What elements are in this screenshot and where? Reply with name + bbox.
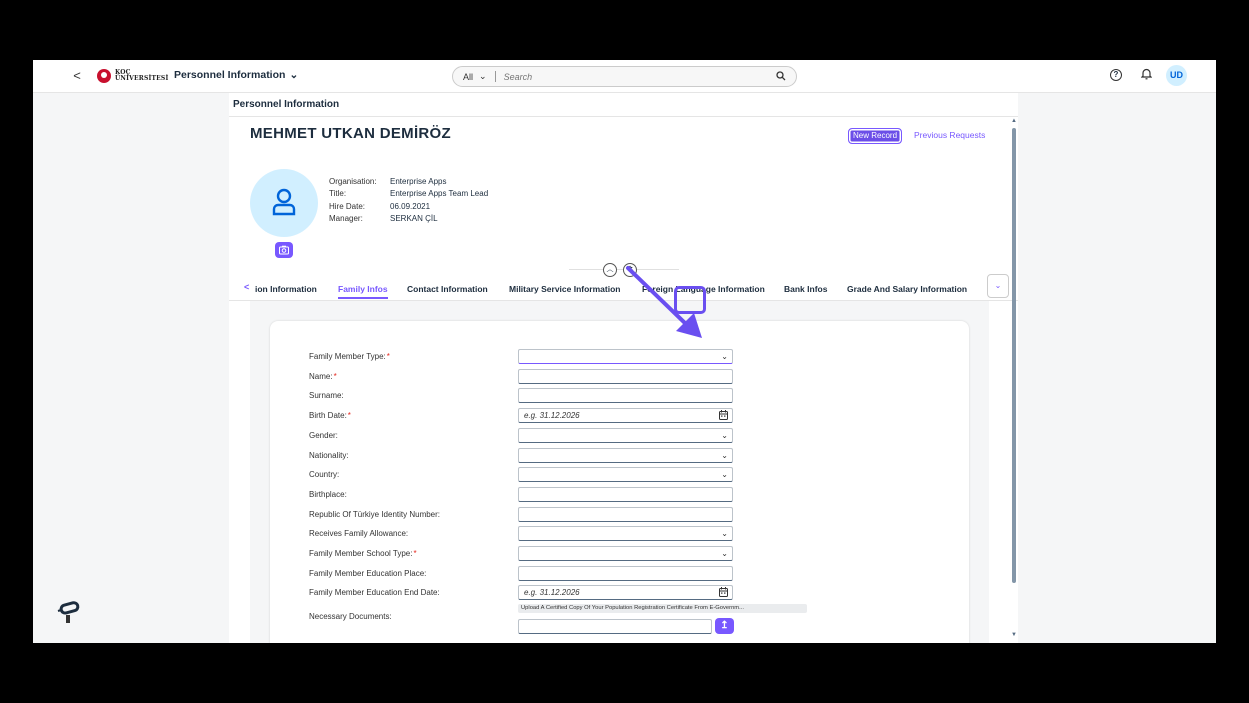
scroll-down-icon[interactable]: ▼: [1010, 632, 1018, 638]
country-select[interactable]: ⌄: [518, 467, 733, 483]
field-label: Birth Date:*: [309, 411, 351, 421]
field-label: Family Member Type:*: [309, 352, 390, 361]
field-label: Necessary Documents:: [309, 612, 392, 622]
upload-instruction: Upload A Certified Copy Of Your Populati…: [518, 604, 807, 614]
name-input[interactable]: [518, 368, 733, 384]
family-member-school-type-select[interactable]: ⌄: [518, 546, 733, 561]
receives-family-allowance-select[interactable]: ⌄: [518, 526, 733, 542]
tab-education-information[interactable]: ion Information: [255, 284, 317, 294]
chevron-down-icon: ⌄: [289, 69, 299, 81]
tab-contact-information[interactable]: Contact Information: [407, 284, 488, 294]
gender-select[interactable]: ⌄: [518, 427, 733, 443]
tab-military-service-information[interactable]: Military Service Information: [509, 284, 620, 294]
employee-info: Organisation: Enterprise Apps Title: Enter…: [329, 177, 489, 223]
surname-input[interactable]: [518, 388, 733, 404]
documents-file-input[interactable]: [518, 619, 712, 635]
family-member-type-select[interactable]: ⌄: [518, 349, 733, 364]
chevron-down-icon: ⌄: [479, 71, 487, 81]
chevron-down-icon[interactable]: ⌄: [721, 468, 728, 481]
scroll-thumb[interactable]: [1012, 128, 1016, 583]
birth-date-date-picker[interactable]: e.g. 31.12.2026: [518, 408, 733, 424]
bell-icon[interactable]: [1141, 68, 1152, 80]
upload-button[interactable]: ↥: [715, 618, 734, 635]
required-marker: *: [333, 371, 337, 381]
birthplace-input[interactable]: [518, 486, 733, 502]
chevron-down-icon[interactable]: ⌄: [721, 429, 728, 442]
search-scope-select[interactable]: All ⌄: [453, 71, 496, 82]
chevron-down-icon[interactable]: ⌄: [721, 350, 728, 363]
required-marker: *: [347, 411, 351, 421]
chevron-down-icon[interactable]: ⌄: [721, 547, 728, 560]
field-label: Birthplace:: [309, 489, 347, 499]
page-title: Personnel Information: [233, 99, 340, 110]
tab-content: Family Member Type:* ⌄ Name:* Surname: Birth…: [250, 301, 989, 643]
field-label: Country:: [309, 470, 340, 480]
pin-header-button[interactable]: ✱: [623, 263, 637, 277]
camera-icon: [279, 245, 289, 255]
tab-bank-infos[interactable]: Bank Infos: [784, 284, 827, 294]
new-record-button[interactable]: New Record: [848, 128, 903, 144]
search-icon[interactable]: [776, 71, 786, 81]
tab-grade-and-salary-information[interactable]: Grade And Salary Information: [847, 284, 967, 294]
shell-bar: < KOÇ ÜNİVERSİTESİ Personnel Information…: [33, 60, 1216, 93]
page-scrollbar[interactable]: ▲ ▼: [1010, 118, 1018, 643]
employee-avatar: [250, 169, 318, 237]
required-marker: *: [413, 549, 417, 558]
republic-of-türkiye-identity-number-input[interactable]: [518, 506, 733, 522]
pin-icon: ✱: [627, 266, 633, 273]
search-input[interactable]: [501, 70, 762, 83]
family-member-education-place-input[interactable]: [518, 565, 733, 581]
family-form-card: Family Member Type:* ⌄ Name:* Surname: Birth…: [270, 321, 969, 643]
help-icon[interactable]: ?: [1110, 69, 1122, 81]
chevron-up-icon: ︿: [606, 266, 614, 273]
person-icon: [272, 188, 296, 216]
scroll-up-icon[interactable]: ▲: [1010, 118, 1018, 124]
field-label: Republic Of Türkiye Identity Number:: [309, 509, 441, 519]
chevron-down-icon[interactable]: ⌄: [721, 527, 728, 540]
active-tab-indicator: [338, 297, 388, 299]
object-page: Personnel Information MEHMET UTKAN DEMİR…: [229, 93, 1018, 643]
university-logo: KOÇ ÜNİVERSİTESİ: [97, 69, 168, 83]
chevron-down-icon[interactable]: ⌄: [721, 449, 728, 462]
tab-bar: < ion Information Family Infos Contact I…: [229, 274, 1018, 301]
app-window: < KOÇ ÜNİVERSİTESİ Personnel Information…: [33, 60, 1216, 643]
field-label: Surname:: [309, 391, 344, 401]
field-label: Family Member School Type:*: [309, 549, 417, 558]
nationality-select[interactable]: ⌄: [518, 447, 733, 463]
field-label: Gender:: [309, 430, 338, 440]
app-title-menu[interactable]: Personnel Information ⌄: [174, 69, 298, 81]
watermark-logo-icon: [57, 601, 80, 623]
collapse-header-button[interactable]: ︿: [603, 263, 617, 277]
field-label: Receives Family Allowance:: [309, 529, 409, 539]
back-button[interactable]: <: [69, 68, 85, 84]
chevron-left-icon[interactable]: <: [244, 282, 249, 292]
annotation-highlight-box: [674, 286, 706, 314]
search-bar: All ⌄: [452, 66, 797, 87]
calendar-icon[interactable]: [719, 410, 728, 421]
tab-family-infos[interactable]: Family Infos: [338, 284, 388, 294]
family-member-education-end-date-date-picker[interactable]: e.g. 31.12.2026: [518, 585, 733, 601]
upload-icon: ↥: [720, 620, 729, 632]
required-marker: *: [386, 352, 390, 361]
field-label: Family Member Education Place:: [309, 568, 427, 578]
tab-overflow-button[interactable]: ⌄: [987, 274, 1009, 298]
chevron-down-icon: ⌄: [994, 281, 1002, 290]
change-photo-button[interactable]: [275, 242, 293, 258]
divider: [229, 116, 1018, 117]
logo-mark-icon: [97, 69, 111, 83]
employee-name: MEHMET UTKAN DEMİRÖZ: [250, 125, 451, 142]
calendar-icon[interactable]: [719, 587, 728, 598]
field-label: Name:*: [309, 371, 337, 381]
field-label: Nationality:: [309, 450, 349, 460]
user-avatar[interactable]: UD: [1166, 65, 1187, 86]
field-label: Family Member Education End Date:: [309, 588, 440, 598]
previous-requests-button[interactable]: Previous Requests: [914, 130, 985, 140]
